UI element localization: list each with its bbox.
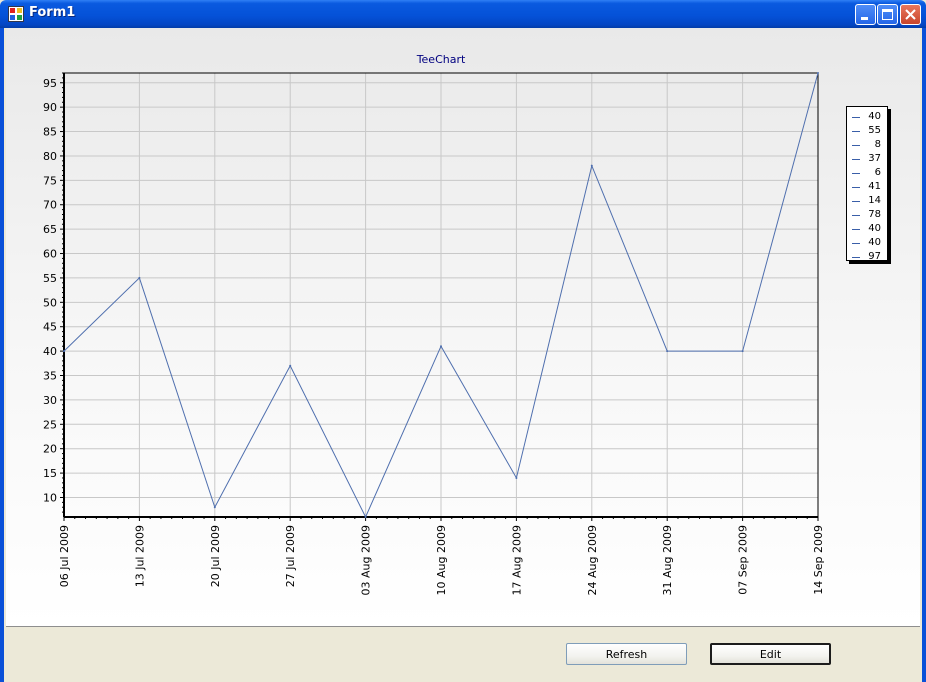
x-tick-label: 10 Aug 2009 <box>435 525 448 595</box>
legend-item: 6 <box>847 166 887 180</box>
legend-swatch <box>852 131 860 132</box>
legend-label: 37 <box>868 153 881 164</box>
y-tick-label: 95 <box>43 77 57 90</box>
legend-item: 40 <box>847 110 887 124</box>
maximize-icon <box>882 9 893 20</box>
data-point <box>289 364 292 367</box>
window-title: Form1 <box>29 5 76 20</box>
y-tick-label: 80 <box>43 150 57 163</box>
data-point <box>817 72 819 74</box>
refresh-button[interactable]: Refresh <box>566 643 687 665</box>
legend-item: 14 <box>847 194 887 208</box>
y-tick-label: 10 <box>43 491 57 504</box>
legend-item: 40 <box>847 222 887 236</box>
legend-label: 97 <box>868 251 881 262</box>
legend-label: 55 <box>868 125 881 136</box>
minimize-button[interactable] <box>855 4 876 25</box>
legend-swatch <box>852 187 860 188</box>
y-tick-label: 45 <box>43 321 57 334</box>
x-tick-label: 17 Aug 2009 <box>510 525 523 595</box>
y-tick-label: 25 <box>43 418 57 431</box>
legend-swatch <box>852 159 860 160</box>
maximize-button[interactable] <box>877 4 898 25</box>
legend-item: 40 <box>847 236 887 250</box>
minimize-icon <box>861 17 868 20</box>
data-point <box>590 164 593 167</box>
legend-item: 55 <box>847 124 887 138</box>
legend-swatch <box>852 215 860 216</box>
y-tick-label: 55 <box>43 272 57 285</box>
data-point <box>364 516 367 518</box>
legend-swatch <box>852 243 860 244</box>
form1-window: Form1 10 15 20 25 30 35 40 45 50 55 60 65 70 75 80 85 90… <box>0 0 926 682</box>
line-chart: 10 15 20 25 30 35 40 45 50 55 60 65 70 75 80 85 90 95 06 J… <box>43 53 825 595</box>
x-tick-label: 13 Jul 2009 <box>133 525 146 587</box>
x-tick-label: 31 Aug 2009 <box>661 525 674 595</box>
legend-item: 37 <box>847 152 887 166</box>
data-point <box>213 506 216 509</box>
legend-swatch <box>852 117 860 118</box>
app-icon <box>8 6 24 22</box>
legend-label: 14 <box>868 195 881 206</box>
legend-swatch <box>852 257 860 258</box>
legend-swatch <box>852 229 860 230</box>
y-tick-label: 60 <box>43 248 57 261</box>
y-tick-label: 15 <box>43 467 57 480</box>
chart-legend: 40 55 8 37 6 41 14 78 40 40 97 <box>846 106 888 264</box>
legend-item: 78 <box>847 208 887 222</box>
y-tick-label: 20 <box>43 443 57 456</box>
legend-label: 40 <box>868 223 881 234</box>
teechart-panel[interactable]: 10 15 20 25 30 35 40 45 50 55 60 65 70 75 80 85 90 95 06 J… <box>6 28 920 627</box>
x-tick-label: 06 Jul 2009 <box>58 525 71 587</box>
legend-item: 8 <box>847 138 887 152</box>
y-tick-label: 30 <box>43 394 57 407</box>
legend-label: 8 <box>874 139 881 150</box>
legend-label: 78 <box>868 209 881 220</box>
x-tick-label: 14 Sep 2009 <box>812 525 825 595</box>
data-point <box>138 276 141 279</box>
legend-label: 40 <box>868 111 881 122</box>
data-point <box>63 350 65 353</box>
data-point <box>741 350 744 353</box>
y-tick-label: 75 <box>43 174 57 187</box>
y-tick-label: 40 <box>43 345 57 358</box>
y-tick-label: 90 <box>43 101 57 114</box>
window-frame-left <box>0 28 4 682</box>
x-tick-label: 03 Aug 2009 <box>360 525 373 595</box>
close-icon <box>905 9 916 20</box>
y-tick-label: 35 <box>43 370 57 383</box>
legend-label: 40 <box>868 237 881 248</box>
x-tick-label: 07 Sep 2009 <box>737 525 750 595</box>
chart-title: TeeChart <box>416 53 466 66</box>
y-tick-label: 50 <box>43 296 57 309</box>
legend-item: 41 <box>847 180 887 194</box>
y-tick-label: 70 <box>43 199 57 212</box>
edit-button[interactable]: Edit <box>710 643 831 665</box>
legend-label: 41 <box>868 181 881 192</box>
y-tick-label: 65 <box>43 223 57 236</box>
y-tick-label: 85 <box>43 126 57 139</box>
x-tick-label: 27 Jul 2009 <box>284 525 297 587</box>
legend-swatch <box>852 173 860 174</box>
x-tick-label: 24 Aug 2009 <box>586 525 599 595</box>
data-point <box>440 345 442 348</box>
title-bar[interactable]: Form1 <box>0 0 926 28</box>
legend-swatch <box>852 201 860 202</box>
data-point <box>515 476 518 479</box>
x-tick-label: 20 Jul 2009 <box>209 525 222 587</box>
data-point <box>666 350 669 353</box>
window-frame-right <box>922 28 926 682</box>
legend-item: 97 <box>847 250 887 264</box>
legend-swatch <box>852 145 860 146</box>
close-button[interactable] <box>900 4 921 25</box>
legend-label: 6 <box>874 167 881 178</box>
